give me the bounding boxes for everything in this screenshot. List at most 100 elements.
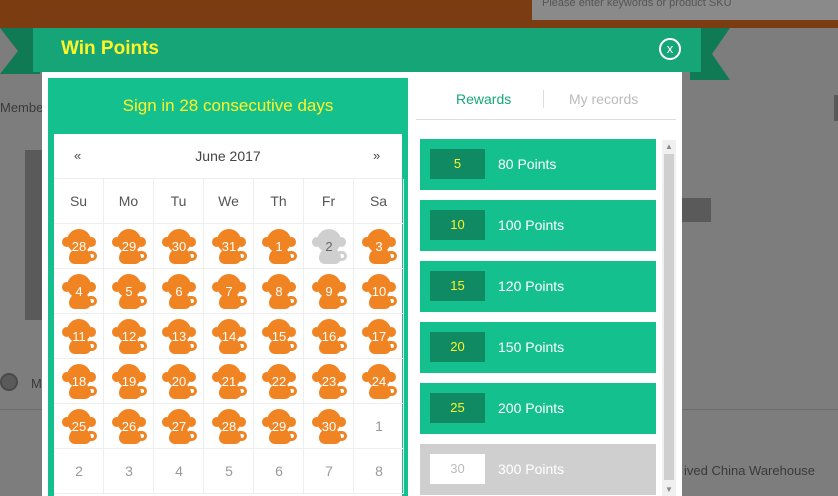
- day-number: 30: [321, 419, 337, 434]
- sign-in-heading: Sign in 28 consecutive days: [122, 96, 334, 115]
- calendar-card: « June 2017 » Su Mo Tu We Th Fr Sa 28 29 30 31 1 2 3 4…: [54, 134, 404, 496]
- calendar-day-signed: 4: [54, 269, 104, 314]
- day-number: 22: [271, 374, 287, 389]
- scroll-up-icon[interactable]: ▲: [662, 142, 676, 151]
- reward-item[interactable]: 30 300 Points: [420, 444, 656, 495]
- day-number: 20: [171, 374, 187, 389]
- background-warehouse-text: ived China Warehouse: [684, 463, 816, 478]
- calendar-day: 5: [204, 449, 254, 494]
- calendar-day-signed: 30: [154, 224, 204, 269]
- calendar-day-signed: 20: [154, 359, 204, 404]
- reward-label: 120 Points: [498, 278, 565, 294]
- calendar-day-signed: 6: [154, 269, 204, 314]
- calendar-day: 7: [304, 449, 354, 494]
- calendar-day-signed: 12: [104, 314, 154, 359]
- reward-days-badge: 5: [430, 149, 485, 179]
- calendar-day-signed: 14: [204, 314, 254, 359]
- day-number: 17: [371, 329, 387, 344]
- day-number: 1: [375, 418, 383, 434]
- calendar-day-signed: 27: [154, 404, 204, 449]
- reward-tabs: Rewards My records: [416, 82, 676, 120]
- reward-label: 100 Points: [498, 217, 565, 233]
- day-number: 21: [221, 374, 237, 389]
- day-number: 5: [125, 284, 133, 299]
- modal-header: Win Points: [33, 28, 701, 72]
- calendar-day-signed: 19: [104, 359, 154, 404]
- weekday-header: Th: [254, 179, 304, 224]
- calendar-day: 6: [254, 449, 304, 494]
- reward-days-badge: 30: [430, 454, 485, 484]
- win-points-modal: Sign in 28 consecutive days « June 2017 …: [42, 72, 682, 496]
- day-number: 16: [321, 329, 337, 344]
- background-button: [682, 198, 711, 222]
- background-panel: [25, 150, 43, 320]
- day-number: 3: [125, 463, 133, 479]
- day-number: 19: [121, 374, 137, 389]
- calendar-day-signed: 9: [304, 269, 354, 314]
- day-number: 5: [225, 463, 233, 479]
- background-divider-right: [682, 409, 838, 410]
- modal-title: Win Points: [61, 38, 159, 59]
- background-search-input: Please enter keywords or product SKU: [532, 0, 838, 20]
- day-number: 29: [121, 239, 137, 254]
- weekday-header: Tu: [154, 179, 204, 224]
- calendar-day-signed: 5: [104, 269, 154, 314]
- day-number: 7: [225, 284, 233, 299]
- weekday-header: Sa: [354, 179, 404, 224]
- calendar-day-signed: 1: [254, 224, 304, 269]
- day-number: 15: [271, 329, 287, 344]
- calendar-day: 3: [104, 449, 154, 494]
- calendar-day-signed: 7: [204, 269, 254, 314]
- tab-divider: [543, 90, 544, 108]
- calendar-day-signed: 10: [354, 269, 404, 314]
- background-member-text: Membe: [0, 100, 44, 115]
- background-m-text: M: [31, 376, 42, 391]
- reward-item[interactable]: 15 120 Points: [420, 261, 656, 312]
- next-month-button[interactable]: »: [373, 148, 380, 163]
- scroll-down-icon[interactable]: ▼: [662, 485, 676, 494]
- reward-days-badge: 25: [430, 393, 485, 423]
- tab-rewards[interactable]: Rewards: [456, 91, 511, 107]
- reward-days-badge: 10: [430, 210, 485, 240]
- calendar-day-signed: 29: [104, 224, 154, 269]
- calendar-day-signed: 25: [54, 404, 104, 449]
- day-number: 2: [75, 463, 83, 479]
- calendar-day: 4: [154, 449, 204, 494]
- reward-item[interactable]: 20 150 Points: [420, 322, 656, 373]
- calendar-day-signed: 13: [154, 314, 204, 359]
- calendar-day: 8: [354, 449, 404, 494]
- day-number: 7: [325, 463, 333, 479]
- reward-label: 150 Points: [498, 339, 565, 355]
- rewards-scrollbar[interactable]: ▲ ▼: [662, 140, 676, 496]
- day-number: 28: [221, 419, 237, 434]
- reward-label: 80 Points: [498, 156, 557, 172]
- day-number: 3: [375, 239, 383, 254]
- calendar-day-signed: 11: [54, 314, 104, 359]
- day-number: 4: [75, 284, 83, 299]
- tab-my-records[interactable]: My records: [569, 91, 638, 107]
- calendar-day-signed: 3: [354, 224, 404, 269]
- scroll-thumb[interactable]: [664, 154, 674, 480]
- day-number: 31: [221, 239, 237, 254]
- background-divider: [0, 409, 42, 410]
- day-number: 27: [171, 419, 187, 434]
- calendar-day-signed: 26: [104, 404, 154, 449]
- reward-item[interactable]: 25 200 Points: [420, 383, 656, 434]
- calendar-day-signed: 22: [254, 359, 304, 404]
- calendar-day-signed: 8: [254, 269, 304, 314]
- day-number: 6: [275, 463, 283, 479]
- day-number: 1: [275, 239, 283, 254]
- day-number: 12: [121, 329, 137, 344]
- weekday-header: Su: [54, 179, 104, 224]
- day-number: 24: [371, 374, 387, 389]
- reward-item[interactable]: 10 100 Points: [420, 200, 656, 251]
- close-icon[interactable]: x: [659, 38, 681, 60]
- day-number: 18: [71, 374, 87, 389]
- reward-item[interactable]: 5 80 Points: [420, 139, 656, 190]
- calendar-nav: « June 2017 »: [54, 134, 402, 179]
- reward-label: 200 Points: [498, 400, 565, 416]
- calendar-day: 1: [354, 404, 404, 449]
- day-number: 8: [375, 463, 383, 479]
- calendar-day-signed: 18: [54, 359, 104, 404]
- calendar-panel: Sign in 28 consecutive days « June 2017 …: [48, 78, 408, 496]
